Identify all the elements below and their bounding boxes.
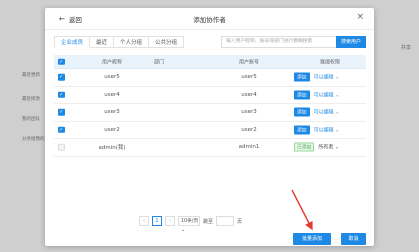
tab-recent[interactable]: 最近 <box>90 36 115 48</box>
goto-page-input[interactable] <box>216 216 235 226</box>
page-suffix: 页 <box>237 218 243 225</box>
background-item: 最近更新 <box>22 73 40 78</box>
page-size-select[interactable]: 10条/页 ⌄ <box>178 216 200 233</box>
chevron-down-icon: ⌄ <box>335 92 340 99</box>
cell-account: user5 <box>241 74 257 81</box>
cell-permission: 添加 可以编辑 ⌄ <box>294 90 366 100</box>
added-badge: 已添加 <box>294 142 315 152</box>
owner-dropdown[interactable]: 所有者 ⌄ <box>318 144 339 151</box>
cell-account: user4 <box>241 91 257 98</box>
add-button[interactable]: 添加 <box>294 125 310 135</box>
permission-dropdown[interactable]: 可以编辑 ⌄ <box>314 91 340 98</box>
cell-permission: 添加 可以编辑 ⌄ <box>294 72 366 82</box>
table-row: ✓ user3 user3 添加 可以编辑 ⌄ <box>54 104 366 122</box>
cell-account: user3 <box>241 109 257 116</box>
cell-account: user2 <box>241 126 257 133</box>
cell-nickname: admin(我) <box>98 145 126 152</box>
cell-permission: 添加 可以编辑 ⌄ <box>294 107 366 117</box>
prev-page-button[interactable]: ‹ <box>139 216 149 226</box>
members-table: ✓ 用户昵称 部门 用户账号 赛缦权限 ✓ user5 user5 添加 可以编… <box>54 55 366 157</box>
cell-nickname: user5 <box>104 74 120 81</box>
tab-public-groups[interactable]: 公共分组 <box>149 36 185 48</box>
table-header: ✓ 用户昵称 部门 用户账号 赛缦权限 <box>54 55 366 69</box>
table-row: ✓ user5 user5 添加 可以编辑 ⌄ <box>54 69 366 87</box>
cell-permission: 添加 可以编辑 ⌄ <box>294 125 366 135</box>
permission-dropdown[interactable]: 可以编辑 ⌄ <box>314 126 340 133</box>
search-users-button[interactable]: 搜索用户 <box>336 36 366 48</box>
header-account: 用户账号 <box>238 59 259 65</box>
row-checkbox[interactable]: ✓ <box>58 91 65 98</box>
cell-permission: 已添加 所有者 ⌄ <box>294 142 366 152</box>
search-input[interactable]: 输入用户昵称、账号或部门进行模糊搜索 <box>221 36 337 48</box>
tab-personal-groups[interactable]: 个人分组 <box>114 36 150 48</box>
next-page-button[interactable]: › <box>165 216 175 226</box>
goto-label: 跳至 <box>203 218 214 225</box>
cell-nickname: user3 <box>104 109 120 116</box>
chevron-down-icon: ⌄ <box>335 74 340 81</box>
cell-nickname: user4 <box>104 91 120 98</box>
row-checkbox[interactable]: ✓ <box>58 74 65 81</box>
select-all-checkbox[interactable]: ✓ <box>58 58 65 65</box>
close-icon[interactable]: × <box>356 12 364 22</box>
header-department: 部门 <box>153 59 164 65</box>
tab-enterprise-members[interactable]: 企业成员 <box>54 36 91 48</box>
add-collaborator-dialog: ← 返回 添加协作者 × 企业成员 最近 个人分组 公共分组 输入用户昵称、账号… <box>45 8 374 246</box>
chevron-down-icon: ⌄ <box>335 144 340 151</box>
batch-add-button[interactable]: 批量添加 <box>293 233 331 245</box>
cell-account: admin1 <box>238 144 260 151</box>
cell-nickname: user2 <box>104 126 120 133</box>
table-row: ✓ user2 user2 添加 可以编辑 ⌄ <box>54 122 366 139</box>
add-button[interactable]: 添加 <box>294 107 310 117</box>
cancel-button[interactable]: 取消 <box>341 233 366 245</box>
chevron-down-icon: ⌄ <box>181 228 186 233</box>
tab-bar: 企业成员 最近 个人分组 公共分组 <box>54 36 185 48</box>
chevron-down-icon: ⌄ <box>335 109 340 116</box>
row-checkbox-disabled: ✓ <box>58 144 65 151</box>
dialog-header: ← 返回 添加协作者 × <box>45 8 374 30</box>
pagination: ‹ 1 › 10条/页 ⌄ 跳至 页 <box>139 216 243 233</box>
background-item: 最近修改 <box>22 97 40 102</box>
add-button[interactable]: 添加 <box>294 72 310 82</box>
chevron-down-icon: ⌄ <box>335 127 340 134</box>
add-button[interactable]: 添加 <box>294 90 310 100</box>
page-number-current[interactable]: 1 <box>152 216 162 226</box>
row-checkbox[interactable]: ✓ <box>58 126 65 133</box>
header-nickname: 用户昵称 <box>101 59 122 65</box>
background-item: 我的团队 <box>22 117 40 122</box>
row-checkbox[interactable]: ✓ <box>58 109 65 116</box>
table-row: ✓ admin(我) admin1 已添加 所有者 ⌄ <box>54 139 366 157</box>
permission-dropdown[interactable]: 可以编辑 ⌄ <box>314 74 340 81</box>
permission-dropdown[interactable]: 可以编辑 ⌄ <box>314 109 340 116</box>
background-right-text: 共享 <box>400 45 411 51</box>
dialog-title: 添加协作者 <box>193 16 226 24</box>
background-item: 分享给我的 <box>22 137 45 142</box>
header-permission: 赛缦权限 <box>319 59 340 65</box>
table-row: ✓ user4 user4 添加 可以编辑 ⌄ <box>54 87 366 104</box>
